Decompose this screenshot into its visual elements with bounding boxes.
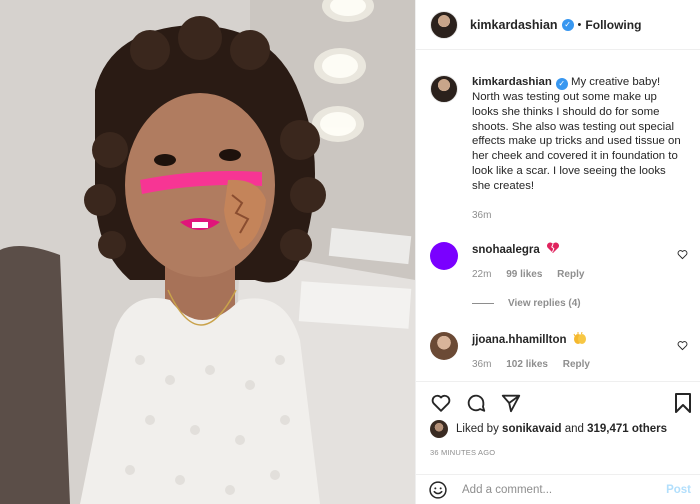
post-header: kimkardashian ✓ • Following bbox=[416, 0, 700, 50]
comment-likes[interactable]: 99 likes bbox=[506, 269, 542, 280]
author-avatar[interactable] bbox=[430, 10, 458, 39]
share-send-icon[interactable] bbox=[500, 392, 522, 414]
like-comment-heart-icon[interactable] bbox=[677, 340, 688, 351]
post-time-ago[interactable]: 36 MINUTES AGO bbox=[430, 448, 495, 457]
broken-heart-icon bbox=[546, 242, 559, 253]
following-button[interactable]: Following bbox=[585, 18, 641, 32]
liker-avatar[interactable] bbox=[430, 420, 448, 438]
comment-reply-button[interactable]: Reply bbox=[557, 269, 584, 280]
post-photo[interactable] bbox=[0, 0, 415, 504]
action-bar bbox=[416, 381, 700, 423]
comment-item: snohaalegra 22m 99 likes Reply bbox=[430, 242, 690, 280]
instagram-post: kimkardashian ✓ • Following kimkardashia… bbox=[0, 0, 700, 504]
comments-section[interactable]: kimkardashian ✓ My creative baby! North w… bbox=[416, 51, 700, 381]
liker-username[interactable]: sonikavaid bbox=[502, 423, 561, 435]
likes-prefix: Liked by bbox=[456, 423, 499, 435]
add-comment-bar: Add a comment... Post bbox=[416, 474, 700, 504]
caption-username[interactable]: kimkardashian bbox=[472, 76, 552, 88]
clapping-hands-icon bbox=[573, 331, 586, 344]
comment-reply-button[interactable]: Reply bbox=[563, 359, 590, 370]
verified-badge-icon: ✓ bbox=[561, 18, 574, 31]
post-caption: kimkardashian ✓ My creative baby! North w… bbox=[416, 51, 700, 221]
caption-time[interactable]: 36m bbox=[472, 210, 682, 221]
comment-time[interactable]: 22m bbox=[472, 269, 491, 280]
header-separator: • bbox=[577, 18, 582, 31]
likes-joiner: and bbox=[564, 423, 584, 435]
replies-line bbox=[472, 303, 494, 304]
save-bookmark-icon[interactable] bbox=[673, 392, 693, 414]
caption-author-avatar[interactable] bbox=[430, 75, 458, 103]
post-comment-button[interactable]: Post bbox=[666, 484, 691, 496]
emoji-smiley-icon[interactable] bbox=[428, 480, 448, 500]
view-replies-label: View replies (4) bbox=[508, 298, 581, 309]
caption-text: kimkardashian ✓ My creative baby! North w… bbox=[472, 75, 682, 194]
verified-badge-icon: ✓ bbox=[555, 78, 568, 90]
commenter-avatar[interactable] bbox=[430, 332, 458, 360]
view-replies-link[interactable]: View replies (4) bbox=[472, 298, 581, 309]
likes-summary: Liked by sonikavaid and 319,471 others bbox=[430, 420, 667, 438]
comment-time[interactable]: 36m bbox=[472, 359, 491, 370]
post-details-panel: kimkardashian ✓ • Following kimkardashia… bbox=[415, 0, 700, 504]
author-username[interactable]: kimkardashian bbox=[470, 18, 558, 32]
like-heart-icon[interactable] bbox=[430, 392, 452, 414]
photo-illustration bbox=[0, 0, 415, 504]
comment-username[interactable]: jjoana.hhamillton bbox=[472, 334, 567, 346]
like-comment-heart-icon[interactable] bbox=[677, 249, 688, 260]
comment-likes[interactable]: 102 likes bbox=[506, 359, 548, 370]
comment-meta: 36m 102 likes Reply bbox=[472, 359, 662, 370]
comment-meta: 22m 99 likes Reply bbox=[472, 269, 662, 280]
commenter-avatar[interactable] bbox=[430, 242, 458, 270]
comment-item: jjoana.hhamillton 36m 102 likes Reply bbox=[430, 331, 690, 370]
likes-count[interactable]: 319,471 others bbox=[587, 423, 667, 435]
caption-body: My creative baby! North was testing out … bbox=[472, 76, 681, 192]
comment-username[interactable]: snohaalegra bbox=[472, 244, 540, 256]
add-comment-input[interactable]: Add a comment... bbox=[462, 484, 552, 496]
comment-bubble-icon[interactable] bbox=[465, 392, 487, 414]
